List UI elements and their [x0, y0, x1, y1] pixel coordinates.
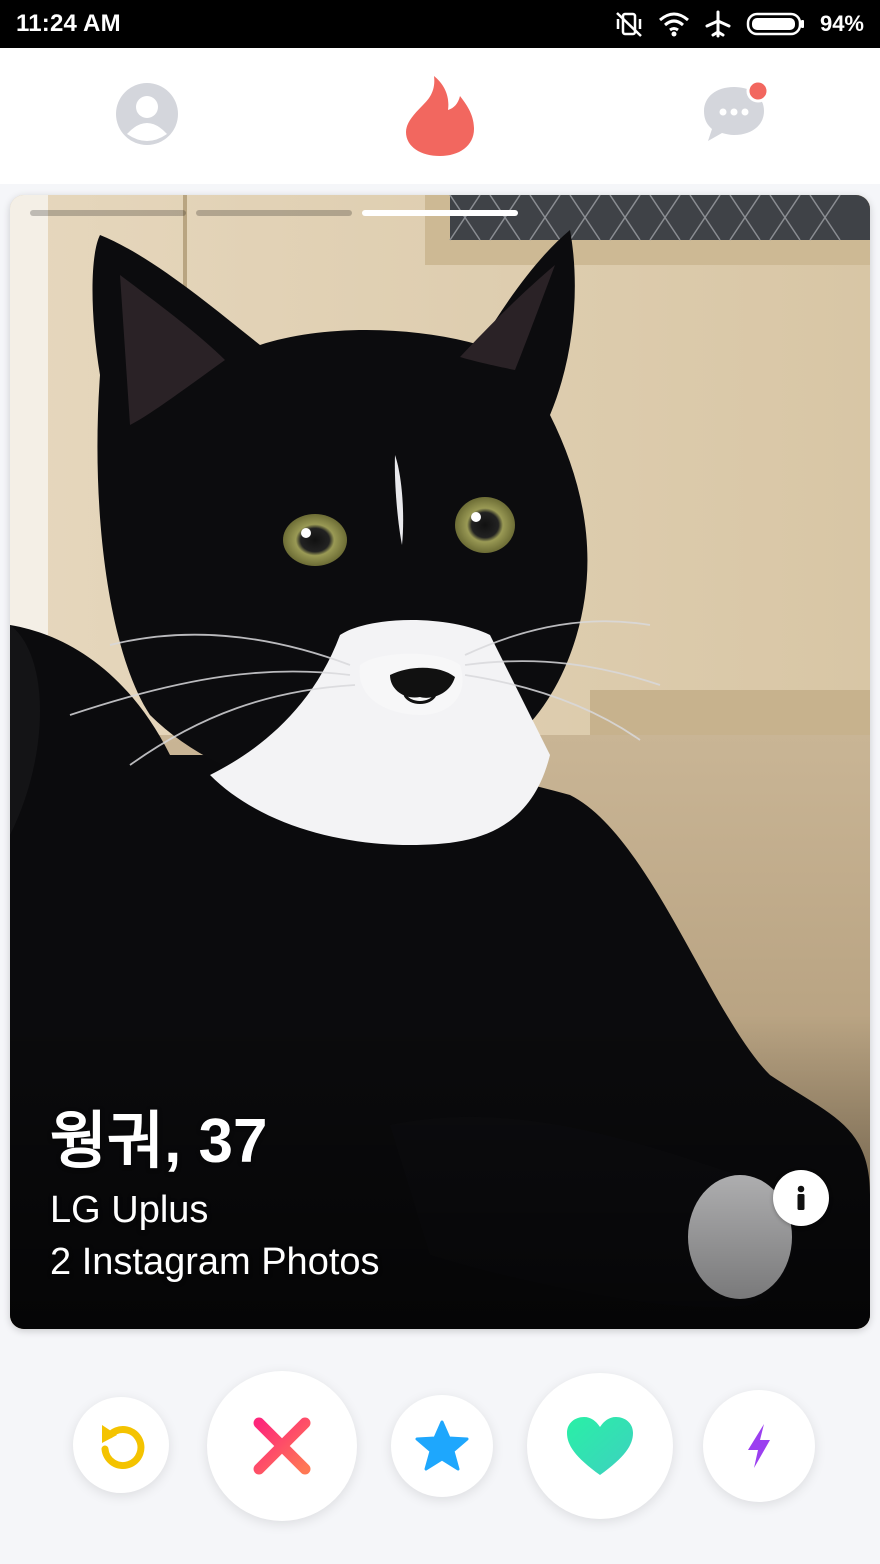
- super-like-icon: [415, 1420, 469, 1471]
- boost-button[interactable]: [703, 1390, 815, 1502]
- top-nav: [0, 48, 880, 184]
- photo-indicator[interactable]: [196, 210, 352, 216]
- photo-indicator-active[interactable]: [362, 210, 518, 216]
- profile-work: LG Uplus: [50, 1189, 209, 1231]
- profile-name-age: 웡궈, 37: [50, 1107, 268, 1176]
- notification-dot: [746, 79, 770, 103]
- wifi-icon: [658, 11, 690, 37]
- rewind-icon: [101, 1425, 145, 1469]
- profile-icon: [116, 83, 178, 145]
- discover-button[interactable]: [398, 70, 482, 162]
- photo-indicator[interactable]: [30, 210, 186, 216]
- boost-icon: [748, 1424, 770, 1468]
- photo-indicators: [30, 210, 850, 216]
- nope-icon: [253, 1417, 311, 1475]
- like-icon: [567, 1417, 633, 1475]
- profile-instagram: 2 Instagram Photos: [50, 1241, 380, 1283]
- status-bar: 11:24 AM 94%: [0, 0, 880, 48]
- profile-card[interactable]: 웡궈, 37 LG Uplus 2 Instagram Photos: [10, 195, 870, 1329]
- status-time: 11:24 AM: [16, 10, 121, 37]
- nope-button[interactable]: [207, 1371, 357, 1521]
- battery-percent: 94%: [819, 11, 864, 36]
- battery-icon: [746, 11, 806, 37]
- info-icon: [797, 1185, 805, 1210]
- status-icons: 94%: [614, 10, 864, 38]
- flame-icon: [406, 76, 474, 156]
- vibrate-off-icon: [614, 10, 644, 38]
- profile-button[interactable]: [105, 72, 189, 156]
- messages-button[interactable]: [694, 72, 778, 156]
- like-button[interactable]: [527, 1373, 673, 1519]
- airplane-icon: [704, 10, 732, 38]
- super-like-button[interactable]: [391, 1395, 493, 1497]
- messages-icon: [704, 79, 770, 141]
- profile-info: 웡궈, 37 LG Uplus 2 Instagram Photos: [50, 1100, 380, 1288]
- info-button[interactable]: [773, 1170, 829, 1226]
- rewind-button[interactable]: [73, 1397, 169, 1493]
